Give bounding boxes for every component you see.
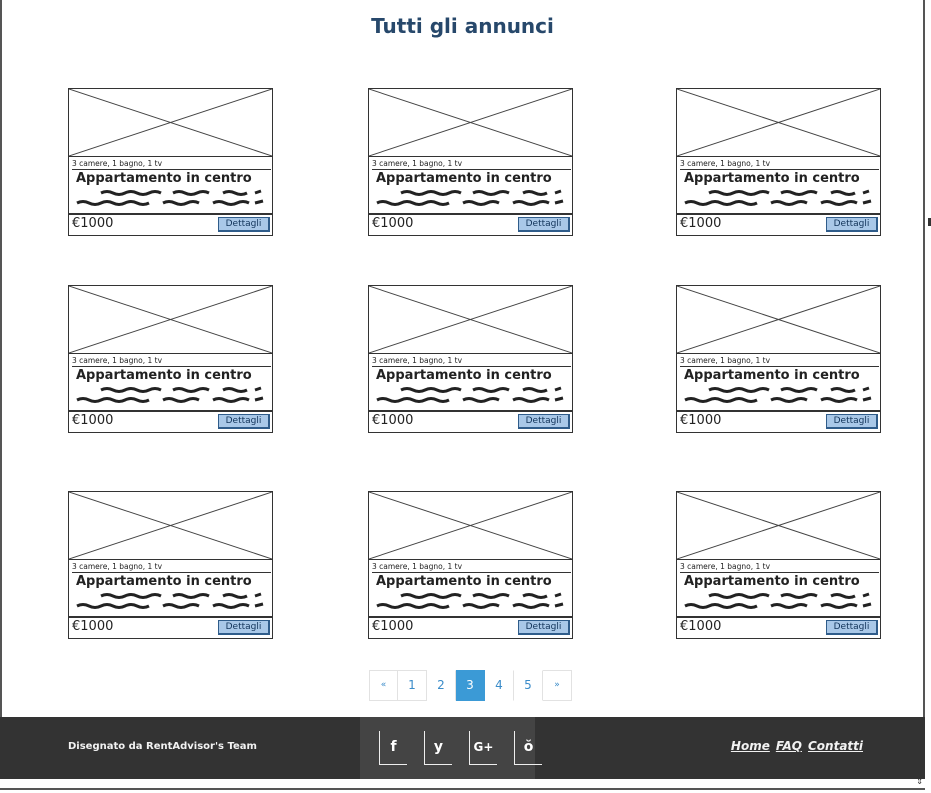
pagination-page-4[interactable]: 4 <box>485 670 514 701</box>
description-placeholder <box>681 187 877 211</box>
pagination-page-3[interactable]: 3 <box>456 670 485 701</box>
listing-card[interactable]: 3 camere, 1 bagno, 1 tv Appartamento in c… <box>68 285 273 433</box>
listing-title: Appartamento in centro <box>76 574 252 589</box>
image-placeholder <box>677 492 880 560</box>
card-divider <box>369 410 572 412</box>
listing-card[interactable]: 3 camere, 1 bagno, 1 tv Appartamento in c… <box>68 491 273 639</box>
pagination-page-2[interactable]: 2 <box>427 670 456 701</box>
card-divider <box>69 410 272 412</box>
image-placeholder <box>369 89 572 157</box>
details-button[interactable]: Dettagli <box>826 217 878 232</box>
listing-card[interactable]: 3 camere, 1 bagno, 1 tv Appartamento in c… <box>68 88 273 236</box>
listing-price: €1000 <box>680 413 722 428</box>
listing-title: Appartamento in centro <box>684 368 860 383</box>
listing-title: Appartamento in centro <box>376 368 552 383</box>
footer-link-contatti[interactable]: Contatti <box>808 739 863 753</box>
listing-card[interactable]: 3 camere, 1 bagno, 1 tv Appartamento in c… <box>676 491 881 639</box>
listing-title: Appartamento in centro <box>684 574 860 589</box>
pagination-next[interactable]: » <box>543 670 572 701</box>
description-placeholder <box>681 590 877 614</box>
image-placeholder <box>369 492 572 560</box>
footer-link-faq[interactable]: FAQ <box>776 739 802 753</box>
image-placeholder <box>677 89 880 157</box>
details-button[interactable]: Dettagli <box>826 620 878 635</box>
listing-card[interactable]: 3 camere, 1 bagno, 1 tv Appartamento in c… <box>676 285 881 433</box>
listing-title: Appartamento in centro <box>376 574 552 589</box>
listing-price: €1000 <box>372 413 414 428</box>
listing-price: €1000 <box>372 216 414 231</box>
listing-specs: 3 camere, 1 bagno, 1 tv <box>72 355 271 367</box>
window-bottom-edge: ⇕ <box>0 777 925 790</box>
card-divider <box>69 616 272 618</box>
footer-credit: Disegnato da RentAdvisor's Team <box>68 741 257 752</box>
listing-title: Appartamento in centro <box>376 171 552 186</box>
listing-price: €1000 <box>72 413 114 428</box>
listing-card[interactable]: 3 camere, 1 bagno, 1 tv Appartamento in c… <box>368 491 573 639</box>
listing-price: €1000 <box>72 216 114 231</box>
description-placeholder <box>373 187 569 211</box>
listing-specs: 3 camere, 1 bagno, 1 tv <box>372 355 571 367</box>
listing-price: €1000 <box>680 216 722 231</box>
listing-specs: 3 camere, 1 bagno, 1 tv <box>680 561 879 573</box>
footer-nav: Home FAQ Contatti <box>731 739 863 753</box>
listing-card[interactable]: 3 camere, 1 bagno, 1 tv Appartamento in c… <box>676 88 881 236</box>
listing-specs: 3 camere, 1 bagno, 1 tv <box>372 561 571 573</box>
card-divider <box>677 213 880 215</box>
details-button[interactable]: Dettagli <box>826 414 878 429</box>
listing-specs: 3 camere, 1 bagno, 1 tv <box>680 158 879 170</box>
description-placeholder <box>73 590 269 614</box>
listing-price: €1000 <box>680 619 722 634</box>
listing-card[interactable]: 3 camere, 1 bagno, 1 tv Appartamento in c… <box>368 285 573 433</box>
social-links: f y G+ ŏ <box>360 717 542 779</box>
listing-title: Appartamento in centro <box>76 368 252 383</box>
site-footer: Disegnato da RentAdvisor's Team f y G+ ŏ… <box>0 717 925 779</box>
details-button[interactable]: Dettagli <box>218 414 270 429</box>
pagination-prev[interactable]: « <box>369 670 398 701</box>
image-placeholder <box>69 286 272 354</box>
card-divider <box>677 410 880 412</box>
details-button[interactable]: Dettagli <box>218 620 270 635</box>
pagination: « 1 2 3 4 5 » <box>369 670 572 701</box>
description-placeholder <box>73 384 269 408</box>
youtube-icon[interactable]: ŏ <box>514 731 542 765</box>
pagination-page-5[interactable]: 5 <box>514 670 543 701</box>
description-placeholder <box>373 590 569 614</box>
listing-price: €1000 <box>72 619 114 634</box>
details-button[interactable]: Dettagli <box>518 620 570 635</box>
details-button[interactable]: Dettagli <box>518 217 570 232</box>
twitter-icon[interactable]: y <box>424 731 452 765</box>
image-placeholder <box>677 286 880 354</box>
details-button[interactable]: Dettagli <box>518 414 570 429</box>
listing-price: €1000 <box>372 619 414 634</box>
google-plus-icon[interactable]: G+ <box>469 731 497 765</box>
description-placeholder <box>73 187 269 211</box>
image-placeholder <box>69 492 272 560</box>
listing-specs: 3 camere, 1 bagno, 1 tv <box>680 355 879 367</box>
listing-title: Appartamento in centro <box>684 171 860 186</box>
image-placeholder <box>69 89 272 157</box>
card-divider <box>369 213 572 215</box>
listing-specs: 3 camere, 1 bagno, 1 tv <box>72 158 271 170</box>
card-divider <box>369 616 572 618</box>
image-placeholder <box>369 286 572 354</box>
listing-specs: 3 camere, 1 bagno, 1 tv <box>72 561 271 573</box>
page-title: Tutti gli annunci <box>371 14 554 38</box>
pagination-page-1[interactable]: 1 <box>398 670 427 701</box>
resize-grip-icon[interactable]: ⇕ <box>916 777 923 786</box>
details-button[interactable]: Dettagli <box>218 217 270 232</box>
listing-card[interactable]: 3 camere, 1 bagno, 1 tv Appartamento in c… <box>368 88 573 236</box>
description-placeholder <box>373 384 569 408</box>
facebook-icon[interactable]: f <box>379 731 407 765</box>
listing-title: Appartamento in centro <box>76 171 252 186</box>
card-divider <box>69 213 272 215</box>
card-divider <box>677 616 880 618</box>
description-placeholder <box>681 384 877 408</box>
footer-link-home[interactable]: Home <box>731 739 770 753</box>
listing-specs: 3 camere, 1 bagno, 1 tv <box>372 158 571 170</box>
